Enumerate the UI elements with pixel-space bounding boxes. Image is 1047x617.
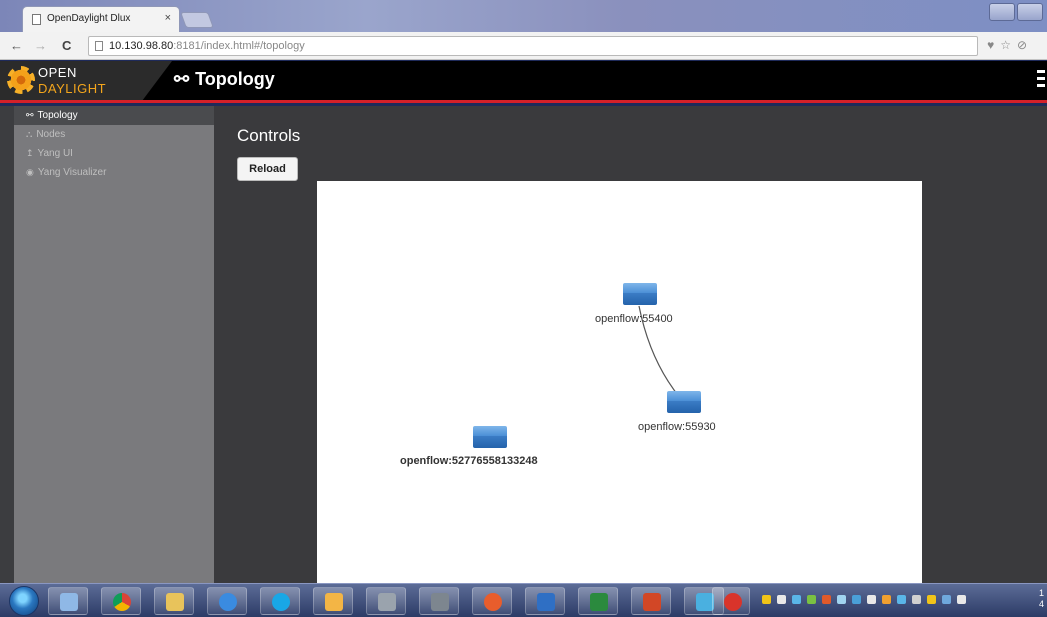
opendaylight-logo[interactable]: OPEN DAYLIGHT (0, 61, 172, 100)
sitemap-icon: ⛬ (26, 129, 33, 139)
switch-node-icon[interactable] (623, 283, 657, 305)
topology-canvas[interactable]: openflow:55400 openflow:55930 openflow:5… (317, 181, 922, 583)
tab-title: OpenDaylight Dlux (47, 13, 131, 24)
main-content: Controls Reload openflow:55400 openflow:… (214, 106, 1047, 583)
url-host: 10.130.98.80 (109, 40, 174, 52)
red-app-icon[interactable] (712, 587, 750, 615)
minimize-button[interactable] (989, 3, 1015, 21)
brand-line2: DAYLIGHT (38, 81, 107, 96)
brand-line1: OPEN (38, 65, 77, 80)
flower-logo-icon (7, 66, 35, 94)
skype-icon[interactable] (260, 587, 300, 615)
browser-toolbar: ← → C 10.130.98.80:8181/index.html#/topo… (0, 32, 1047, 60)
node-label: openflow:52776558133248 (400, 455, 538, 467)
folder-icon[interactable] (154, 587, 194, 615)
app-window-icon[interactable] (419, 587, 459, 615)
controls-heading: Controls (237, 126, 301, 145)
browser-titlebar: OpenDaylight Dlux × (0, 0, 1047, 32)
page-title: Topology (195, 69, 275, 89)
reload-icon[interactable]: C (62, 38, 71, 53)
url-path: :8181/index.html#/topology (173, 40, 305, 52)
level-down-icon: ↥ (26, 148, 34, 158)
screen: OpenDaylight Dlux × ← → C 10.130.98.80:8… (0, 0, 1047, 617)
sidebar-item-topology[interactable]: ⚯ Topology (14, 106, 214, 125)
browser-tab[interactable]: OpenDaylight Dlux × (22, 6, 180, 32)
page-heading: ⚯ Topology (174, 69, 275, 90)
app-window-icon[interactable] (366, 587, 406, 615)
tab-close-icon[interactable]: × (165, 12, 171, 24)
excel-icon[interactable] (578, 587, 618, 615)
node-label: openflow:55930 (638, 421, 716, 433)
switch-node-icon[interactable] (473, 426, 507, 448)
address-bar[interactable]: 10.130.98.80:8181/index.html#/topology (88, 36, 978, 56)
sidebar-item-label: Yang Visualizer (37, 167, 107, 178)
system-tray[interactable] (762, 595, 966, 604)
app-header: OPEN DAYLIGHT ⚯ Topology (0, 61, 1047, 103)
back-arrow-icon[interactable]: ← (10, 38, 23, 53)
sidebar-item-yang-ui[interactable]: ↥ Yang UI (14, 144, 214, 163)
internet-explorer-icon[interactable] (207, 587, 247, 615)
topology-links (638, 305, 682, 400)
sidebar: ⚯ Topology ⛬ Nodes ↥ Yang UI ◉ Yang Visu… (14, 106, 214, 583)
reload-button[interactable]: Reload (237, 157, 298, 181)
windows-taskbar: 1 4 (0, 583, 1047, 617)
toolbar-extension-icons[interactable]: ♥☆⊘ (987, 38, 1033, 52)
node-label: openflow:55400 (595, 313, 673, 325)
topology-icon: ⚯ (174, 69, 190, 89)
page-icon (32, 14, 41, 25)
window-controls (989, 3, 1043, 21)
switch-node-icon[interactable] (667, 391, 701, 413)
sidebar-item-yang-visualizer[interactable]: ◉ Yang Visualizer (14, 163, 214, 182)
powerpoint-icon[interactable] (631, 587, 671, 615)
sidebar-item-label: Nodes (36, 129, 66, 140)
sidebar-item-nodes[interactable]: ⛬ Nodes (14, 125, 214, 144)
new-tab-button[interactable] (180, 12, 214, 28)
clock[interactable]: 1 4 (1039, 588, 1044, 610)
word-icon[interactable] (525, 587, 565, 615)
topology-icon: ⚯ (26, 110, 34, 120)
mail-icon[interactable] (313, 587, 353, 615)
eye-icon: ◉ (26, 167, 34, 177)
url-text: 10.130.98.80:8181/index.html#/topology (109, 40, 305, 52)
sidebar-item-label: Topology (37, 110, 78, 121)
start-button[interactable] (9, 586, 39, 616)
maximize-button[interactable] (1017, 3, 1043, 21)
chrome-icon[interactable] (101, 587, 141, 615)
clock-line1: 1 (1038, 588, 1044, 598)
left-strip (0, 106, 14, 583)
show-desktop-icon[interactable] (48, 587, 88, 615)
forward-arrow-icon[interactable]: → (34, 38, 47, 53)
menu-icon[interactable] (1037, 70, 1045, 91)
clock-line2: 4 (1038, 599, 1044, 609)
sidebar-item-label: Yang UI (37, 148, 73, 159)
page-icon (95, 41, 103, 51)
tool-icon[interactable] (472, 587, 512, 615)
